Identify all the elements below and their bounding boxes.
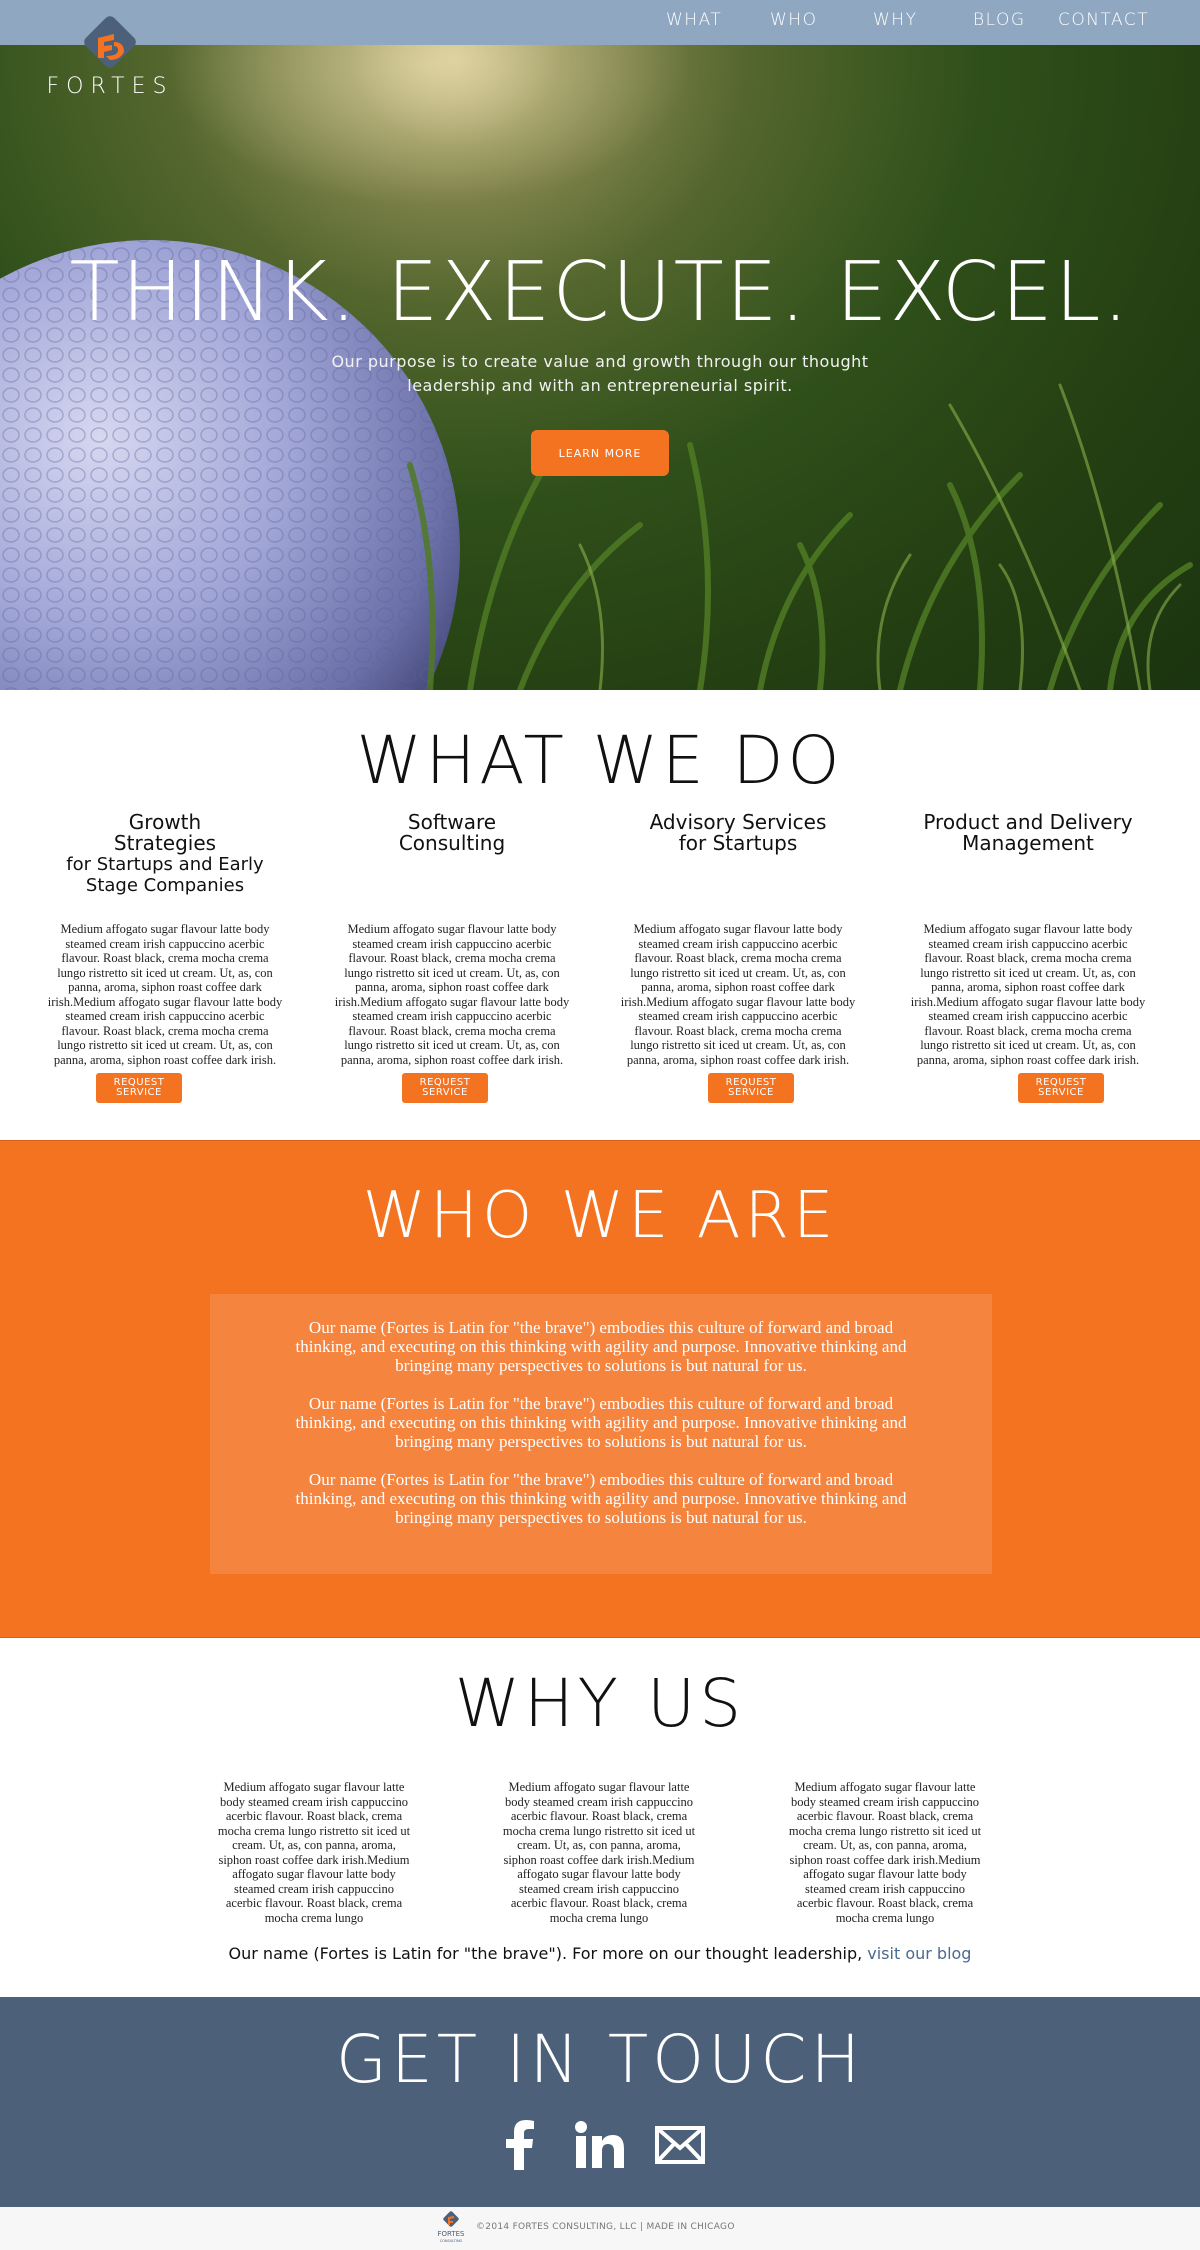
- service-description: Medium affogato sugar flavour latte body…: [47, 922, 283, 1067]
- why-us-column: Medium affogato sugar flavour latte body…: [788, 1780, 982, 1925]
- who-we-are-heading: WHO WE ARE: [362, 1179, 838, 1253]
- hero-section: THINK. EXECUTE. EXCEL. Our purpose is to…: [0, 45, 1200, 690]
- footer-logo-wordmark: FORTES: [437, 2230, 465, 2238]
- why-us-column: Medium affogato sugar flavour latte body…: [217, 1780, 411, 1925]
- fortes-logo[interactable]: FORTES: [40, 12, 180, 102]
- linkedin-icon[interactable]: [573, 2118, 627, 2172]
- why-us-column: Medium affogato sugar flavour latte body…: [502, 1780, 696, 1925]
- fortes-f-diamond-icon: [84, 16, 136, 68]
- who-paragraph: Our name (Fortes is Latin for "the brave…: [295, 1394, 907, 1451]
- facebook-icon[interactable]: [492, 2118, 546, 2172]
- request-service-button[interactable]: REQUEST SERVICE: [1018, 1073, 1104, 1103]
- top-nav-bar: WHAT WHO WHY BLOG CONTACT: [0, 0, 1200, 45]
- service-description: Medium affogato sugar flavour latte body…: [620, 922, 856, 1067]
- nav-link-blog[interactable]: BLOG: [973, 10, 1026, 30]
- service-title: Product and Delivery Management: [923, 810, 1133, 855]
- request-service-button[interactable]: REQUEST SERVICE: [402, 1073, 488, 1103]
- nav-link-why[interactable]: WHY: [873, 10, 917, 30]
- why-us-tagline: Our name (Fortes is Latin for "the brave…: [0, 1944, 1200, 1963]
- mail-icon[interactable]: [653, 2118, 707, 2172]
- logo-wordmark: FORTES: [46, 74, 174, 99]
- request-service-button[interactable]: REQUEST SERVICE: [708, 1073, 794, 1103]
- nav-link-who[interactable]: WHO: [770, 10, 817, 30]
- service-title: Advisory Services for Startups: [649, 810, 827, 855]
- nav-link-contact[interactable]: CONTACT: [1058, 10, 1149, 30]
- footer-copyright: ©2014 FORTES CONSULTING, LLC | MADE IN C…: [476, 2222, 735, 2232]
- who-paragraph: Our name (Fortes is Latin for "the brave…: [295, 1470, 907, 1527]
- footer-logo-sub: CONSULTING: [440, 2239, 463, 2243]
- service-card-software: Software Consulting Medium affogato suga…: [327, 812, 577, 1067]
- service-title-sub: for Startups and Early Stage Companies: [66, 854, 264, 896]
- service-card-product: Product and Delivery Management Medium a…: [903, 812, 1153, 1067]
- why-us-heading: WHY US: [454, 1665, 746, 1742]
- service-card-growth: Growth Strategies for Startups and Early…: [40, 812, 290, 1067]
- service-description: Medium affogato sugar flavour latte body…: [910, 922, 1146, 1067]
- get-in-touch-heading: GET IN TOUCH: [335, 2021, 865, 2098]
- who-paragraph: Our name (Fortes is Latin for "the brave…: [295, 1318, 907, 1375]
- service-title-line: Growth Strategies: [113, 810, 217, 855]
- hero-subtitle: Our purpose is to create value and growt…: [331, 352, 869, 395]
- hero-headline: THINK. EXECUTE. EXCEL.: [69, 245, 1131, 340]
- who-we-are-section: WHO WE ARE Our name (Fortes is Latin for…: [0, 1140, 1200, 1638]
- nav-link-what[interactable]: WHAT: [666, 10, 722, 30]
- service-card-advisory: Advisory Services for Startups Medium af…: [613, 812, 863, 1067]
- what-we-do-heading: WHAT WE DO: [356, 722, 844, 799]
- learn-more-button[interactable]: LEARN MORE: [531, 430, 669, 476]
- request-service-button[interactable]: REQUEST SERVICE: [96, 1073, 182, 1103]
- service-description: Medium affogato sugar flavour latte body…: [334, 922, 570, 1067]
- fortes-f-diamond-icon: FORTES CONSULTING: [437, 2211, 465, 2243]
- visit-blog-link[interactable]: visit our blog: [867, 1944, 971, 1963]
- service-title: Growth Strategies for Startups and Early…: [40, 812, 290, 912]
- footer-logo: FORTES CONSULTING: [430, 2210, 472, 2244]
- get-in-touch-section: GET IN TOUCH: [0, 1997, 1200, 2207]
- service-title: Software Consulting: [398, 810, 506, 855]
- who-we-are-text-box: Our name (Fortes is Latin for "the brave…: [210, 1294, 992, 1574]
- tagline-text: Our name (Fortes is Latin for "the brave…: [228, 1944, 868, 1963]
